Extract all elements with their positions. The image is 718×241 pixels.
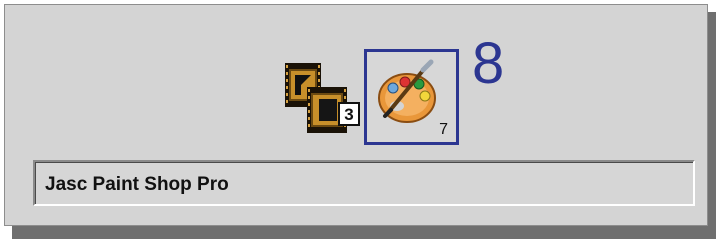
app-name-label: Jasc Paint Shop Pro: [45, 174, 229, 195]
selected-app-count: 7: [439, 121, 448, 138]
window-count: 3: [344, 105, 353, 124]
selected-app-icon[interactable]: 7: [364, 49, 459, 145]
film-stack-icon[interactable]: 3: [281, 59, 361, 139]
app-name-field: Jasc Paint Shop Pro: [33, 160, 695, 206]
task-switcher-panel: 3 7 8 Jasc Paint Shop Pro: [4, 4, 708, 226]
step-number: 8: [472, 31, 505, 96]
paint-palette-icon: [378, 59, 436, 123]
